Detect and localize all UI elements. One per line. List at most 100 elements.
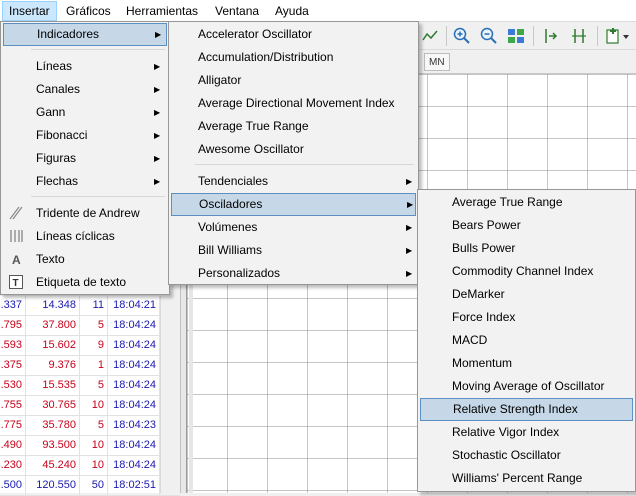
insert-menu-item-tridente-de-andrew[interactable]: Tridente de Andrew <box>3 202 167 225</box>
submenu-arrow-icon: ▶ <box>154 108 161 117</box>
menu-item-label: Flechas <box>36 174 79 188</box>
insert-menu-item-texto[interactable]: A Texto <box>3 248 167 271</box>
menu-item-label: Texto <box>36 252 65 266</box>
insert-menu-item-gann[interactable]: Gann ▶ <box>3 101 167 124</box>
table-row[interactable]: .375 9.376 1 18:04:24 <box>0 356 180 376</box>
submenu-arrow-icon: ▶ <box>406 177 413 186</box>
submenu-arrow-icon: ▶ <box>154 131 161 140</box>
spread-value: 9 <box>80 336 108 355</box>
table-row[interactable]: .530 15.535 5 18:04:24 <box>0 376 180 396</box>
submenu-arrow-icon: ▶ <box>154 154 161 163</box>
indicator-item-average-true-range[interactable]: Average True Range <box>171 115 416 138</box>
insert-menu-item-lineas-ciclicas[interactable]: Líneas cíclicas <box>3 225 167 248</box>
bid-price: .795 <box>0 316 26 335</box>
chart-shift-icon[interactable] <box>541 26 561 46</box>
indicator-item-accelerator-oscillator[interactable]: Accelerator Oscillator <box>171 23 416 46</box>
oscillator-item-bulls-power[interactable]: Bulls Power <box>420 237 633 260</box>
insert-menu-item-indicadores[interactable]: Indicadores ▶ <box>3 23 167 46</box>
bid-price: .755 <box>0 396 26 415</box>
quote-time: 18:04:21 <box>108 296 160 315</box>
timeframe-mn-button[interactable]: MN <box>424 53 450 71</box>
indicator-item-osciladores[interactable]: Osciladores ▶ <box>171 193 416 216</box>
chart-line-icon[interactable] <box>420 26 440 46</box>
oscillator-item-macd[interactable]: MACD <box>420 329 633 352</box>
table-row[interactable]: .593 15.602 9 18:04:24 <box>0 336 180 356</box>
quote-time: 18:04:24 <box>108 436 160 455</box>
oscillator-item-moving-average-of-oscillator[interactable]: Moving Average of Oscillator <box>420 375 633 398</box>
insert-menu-item-fibonacci[interactable]: Fibonacci ▶ <box>3 124 167 147</box>
text-icon: A <box>9 252 23 267</box>
oscillator-item-williams-percent-range[interactable]: Williams' Percent Range <box>420 467 633 490</box>
menu-item-label: Average True Range <box>452 195 563 209</box>
ask-price: 35.780 <box>26 416 80 435</box>
submenu-arrow-icon: ▶ <box>154 62 161 71</box>
menu-item-label: Tridente de Andrew <box>36 206 140 220</box>
table-row[interactable]: .795 37.800 5 18:04:24 <box>0 316 180 336</box>
menu-graficos[interactable]: Gráficos <box>60 1 117 21</box>
menu-insertar[interactable]: Insertar <box>2 1 57 21</box>
autoscroll-icon[interactable] <box>569 26 589 46</box>
oscillator-item-bears-power[interactable]: Bears Power <box>420 214 633 237</box>
oscillator-item-stochastic-oscillator[interactable]: Stochastic Oscillator <box>420 444 633 467</box>
table-row[interactable]: .500 120.550 50 18:02:51 <box>0 476 180 496</box>
bid-price: .530 <box>0 376 26 395</box>
menu-ayuda[interactable]: Ayuda <box>269 1 315 21</box>
oscillator-item-relative-strength-index[interactable]: Relative Strength Index <box>420 398 633 421</box>
spread-value: 5 <box>80 376 108 395</box>
insert-menu-item-etiqueta-de-texto[interactable]: T Etiqueta de texto <box>3 271 167 294</box>
spread-value: 5 <box>80 416 108 435</box>
indicator-item-awesome-oscillator[interactable]: Awesome Oscillator <box>171 138 416 161</box>
indicator-item-personalizados[interactable]: Personalizados ▶ <box>171 262 416 285</box>
menu-item-label: Moving Average of Oscillator <box>452 379 605 393</box>
menu-item-label: MACD <box>452 333 488 347</box>
menu-item-label: Average True Range <box>198 119 309 133</box>
table-row[interactable]: .337 14.348 11 18:04:21 <box>0 296 180 316</box>
menu-separator <box>31 49 165 50</box>
zoom-in-icon[interactable] <box>452 26 472 46</box>
market-watch-scrollbar[interactable] <box>160 296 180 493</box>
menu-item-label: Commodity Channel Index <box>452 264 594 278</box>
spread-value: 10 <box>80 396 108 415</box>
menu-item-label: Williams' Percent Range <box>452 471 583 485</box>
oscillator-item-momentum[interactable]: Momentum <box>420 352 633 375</box>
table-row[interactable]: .230 45.240 10 18:04:24 <box>0 456 180 476</box>
ask-price: 93.500 <box>26 436 80 455</box>
indicator-item-bill-williams[interactable]: Bill Williams ▶ <box>171 239 416 262</box>
insert-menu-item-lineas[interactable]: Líneas ▶ <box>3 55 167 78</box>
menu-item-label: Average Directional Movement Index <box>198 96 395 110</box>
insert-menu-item-canales[interactable]: Canales ▶ <box>3 78 167 101</box>
oscillator-item-relative-vigor-index[interactable]: Relative Vigor Index <box>420 421 633 444</box>
insert-menu-item-flechas[interactable]: Flechas ▶ <box>3 170 167 193</box>
indicator-item-tendenciales[interactable]: Tendenciales ▶ <box>171 170 416 193</box>
menu-separator <box>31 196 165 197</box>
add-indicator-icon[interactable] <box>604 26 629 46</box>
bid-price: .230 <box>0 456 26 475</box>
menu-herramientas[interactable]: Herramientas <box>120 1 204 21</box>
indicator-item-volumenes[interactable]: Volúmenes ▶ <box>171 216 416 239</box>
insert-menu: Indicadores ▶ Líneas ▶ Canales ▶ Gann ▶ Fibonacc… <box>0 21 170 295</box>
table-row[interactable]: .775 35.780 5 18:04:23 <box>0 416 180 436</box>
ask-price: 120.550 <box>26 476 80 495</box>
zoom-out-icon[interactable] <box>479 26 499 46</box>
indicator-item-alligator[interactable]: Alligator <box>171 69 416 92</box>
submenu-arrow-icon: ▶ <box>406 223 413 232</box>
oscillator-item-average-true-range[interactable]: Average True Range <box>420 191 633 214</box>
text-label-icon: T <box>9 275 23 289</box>
spread-value: 1 <box>80 356 108 375</box>
menu-item-label: Líneas <box>36 59 73 73</box>
menu-item-label: Tendenciales <box>198 174 269 188</box>
indicator-item-average-directional-movement-index[interactable]: Average Directional Movement Index <box>171 92 416 115</box>
table-row[interactable]: .755 30.765 10 18:04:24 <box>0 396 180 416</box>
menu-ventana[interactable]: Ventana <box>209 1 265 21</box>
tile-windows-icon[interactable] <box>506 26 526 46</box>
insert-menu-item-figuras[interactable]: Figuras ▶ <box>3 147 167 170</box>
menu-item-label: Bears Power <box>452 218 521 232</box>
oscillator-item-commodity-channel-index[interactable]: Commodity Channel Index <box>420 260 633 283</box>
oscillator-item-demarker[interactable]: DeMarker <box>420 283 633 306</box>
indicator-item-accumulation-distribution[interactable]: Accumulation/Distribution <box>171 46 416 69</box>
table-row[interactable]: .490 93.500 10 18:04:24 <box>0 436 180 456</box>
quote-time: 18:04:24 <box>108 316 160 335</box>
spread-value: 10 <box>80 436 108 455</box>
bid-price: .375 <box>0 356 26 375</box>
oscillator-item-force-index[interactable]: Force Index <box>420 306 633 329</box>
